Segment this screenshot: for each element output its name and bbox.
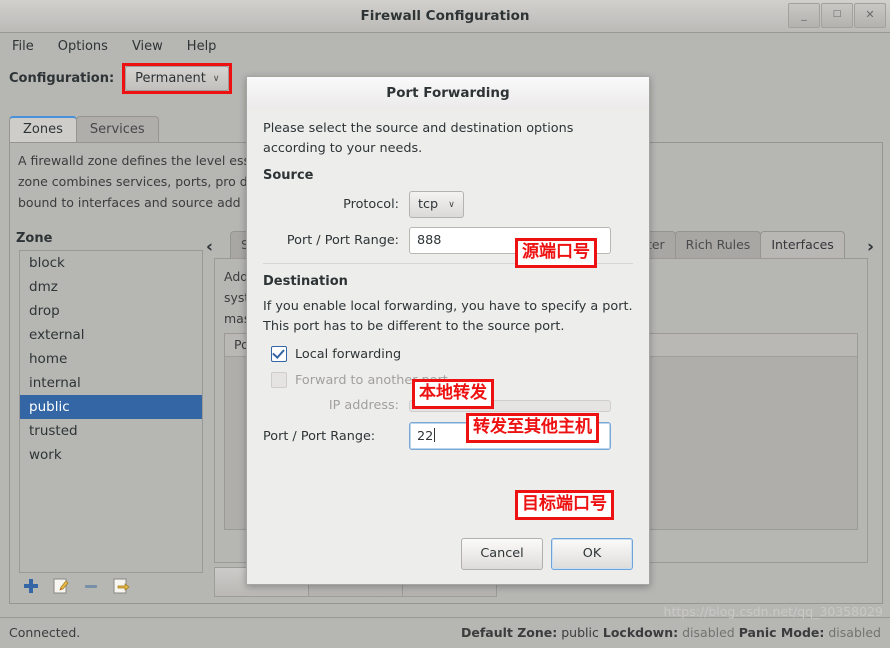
annotation-destination-port: 目标端口号	[515, 490, 614, 520]
destination-port-value: 22	[417, 429, 434, 444]
load-defaults-icon[interactable]	[112, 577, 130, 595]
tab-rich-rules[interactable]: Rich Rules	[674, 231, 762, 258]
zone-item-drop[interactable]: drop	[20, 299, 202, 323]
window-titlebar: Firewall Configuration _ □ ✕	[0, 0, 890, 33]
configuration-annotation-box: Permanent ∨	[122, 63, 233, 94]
local-forwarding-checkbox[interactable]	[271, 346, 287, 362]
zone-item-trusted[interactable]: trusted	[20, 419, 202, 443]
configuration-value: Permanent	[135, 71, 206, 86]
dialog-intro-text: Please select the source and destination…	[263, 121, 574, 156]
statusbar: https://blog.csdn.net/qq_30358029 Connec…	[0, 604, 890, 648]
source-protocol-row: Protocol: tcp ∨	[263, 191, 633, 218]
close-icon[interactable]: ✕	[854, 3, 886, 28]
forward-other-port-checkbox	[271, 372, 287, 388]
tab-scroll-right-icon[interactable]: ›	[867, 237, 874, 257]
destination-section-heading: Destination	[263, 274, 348, 289]
text-cursor	[434, 428, 436, 442]
window-title: Firewall Configuration	[360, 8, 530, 24]
tab-services[interactable]: Services	[75, 116, 159, 143]
edit-zone-icon[interactable]	[52, 577, 70, 595]
main-tabbar: Zones Services	[9, 116, 159, 143]
zone-toolbar	[22, 577, 130, 595]
source-protocol-label: Protocol:	[343, 197, 399, 212]
configuration-dropdown[interactable]: Permanent ∨	[125, 66, 230, 91]
destination-hint-text: If you enable local forwarding, you have…	[263, 299, 633, 334]
watermark: https://blog.csdn.net/qq_30358029	[663, 604, 883, 619]
dialog-title: Port Forwarding	[247, 77, 649, 109]
zone-item-dmz[interactable]: dmz	[20, 275, 202, 299]
tab-zones[interactable]: Zones	[9, 116, 77, 143]
chevron-down-icon: ∨	[212, 73, 220, 84]
menu-file[interactable]: File	[9, 37, 37, 56]
lockdown-label: Lockdown:	[602, 625, 679, 640]
source-protocol-dropdown[interactable]: tcp ∨	[409, 191, 464, 218]
ok-button[interactable]: OK	[551, 538, 633, 570]
configuration-row: Configuration: Permanent ∨	[9, 63, 233, 94]
zone-list-header: Zone	[16, 231, 53, 246]
menu-options[interactable]: Options	[55, 37, 111, 56]
default-zone-label: Default Zone:	[461, 625, 558, 640]
menubar: File Options View Help	[0, 33, 890, 60]
configuration-label: Configuration:	[9, 71, 115, 86]
zone-item-block[interactable]: block	[20, 251, 202, 275]
minimize-icon[interactable]: _	[788, 3, 820, 28]
add-zone-icon[interactable]	[22, 577, 40, 595]
ip-address-label: IP address:	[328, 398, 399, 413]
zone-item-public[interactable]: public	[20, 395, 202, 419]
window-controls: _ □ ✕	[788, 3, 886, 28]
maximize-icon[interactable]: □	[821, 3, 853, 28]
local-forwarding-row[interactable]: Local forwarding	[271, 346, 633, 362]
local-forwarding-label: Local forwarding	[295, 346, 402, 362]
zone-item-home[interactable]: home	[20, 347, 202, 371]
cancel-button[interactable]: Cancel	[461, 538, 543, 570]
menu-help[interactable]: Help	[184, 37, 220, 56]
remove-zone-icon[interactable]	[82, 577, 100, 595]
panic-mode-label: Panic Mode:	[738, 625, 825, 640]
lockdown-value: disabled	[682, 625, 735, 640]
chevron-down-icon: ∨	[448, 199, 455, 210]
connection-status: Connected.	[9, 625, 81, 640]
annotation-local-forwarding: 本地转发	[412, 379, 494, 409]
zone-list[interactable]: block dmz drop external home internal pu…	[19, 250, 203, 573]
destination-port-label: Port / Port Range:	[263, 428, 376, 444]
menu-view[interactable]: View	[129, 37, 166, 56]
source-protocol-value: tcp	[418, 197, 439, 212]
source-port-label: Port / Port Range:	[286, 233, 399, 248]
dialog-buttons: Cancel OK	[461, 538, 633, 570]
status-summary: Default Zone: public Lockdown: disabled …	[461, 625, 881, 640]
tab-scroll-left-icon[interactable]: ‹	[206, 237, 213, 257]
firewall-config-window: Firewall Configuration _ □ ✕ File Option…	[0, 0, 890, 648]
default-zone-value: public	[561, 625, 599, 640]
panic-mode-value: disabled	[828, 625, 881, 640]
zone-item-work[interactable]: work	[20, 443, 202, 467]
zone-item-external[interactable]: external	[20, 323, 202, 347]
annotation-forward-other-host: 转发至其他主机	[466, 413, 599, 443]
tab-interfaces[interactable]: Interfaces	[760, 231, 845, 258]
zone-item-internal[interactable]: internal	[20, 371, 202, 395]
source-section-heading: Source	[263, 168, 314, 183]
annotation-source-port: 源端口号	[515, 238, 597, 268]
